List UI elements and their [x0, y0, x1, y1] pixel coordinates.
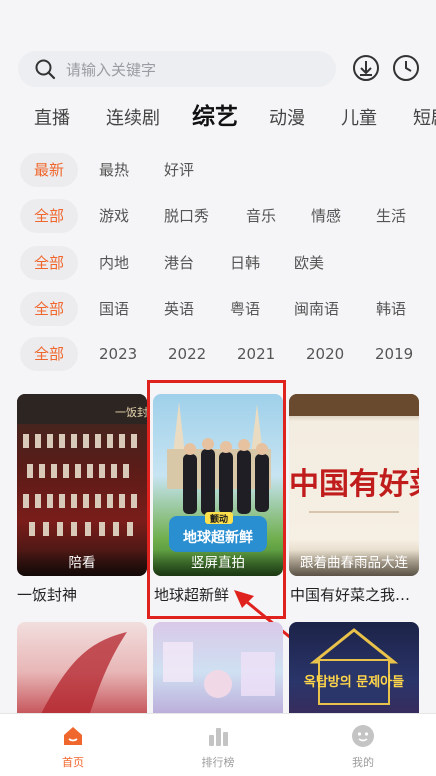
show-title[interactable]: 一饭封神 — [17, 584, 149, 605]
channel-tabs: 直播 连续剧 综艺 动漫 儿童 短剧 — [0, 102, 436, 138]
nav-ranking[interactable]: 排行榜 — [173, 714, 263, 776]
poster-image: 一饭封神 — [17, 394, 147, 536]
card-caption: 陪看 — [17, 550, 147, 576]
filter-row-language: 全部 国语 英语 粤语 闽南语 韩语 — [0, 292, 436, 326]
filter-chip[interactable]: 2019 — [375, 337, 413, 371]
filter-chip[interactable]: 游戏 — [99, 199, 129, 233]
filter-chip[interactable]: 好评 — [164, 153, 194, 187]
tab-series[interactable]: 连续剧 — [106, 102, 160, 136]
card-caption: 跟着曲春雨品大连 — [289, 550, 419, 576]
tab-short[interactable]: 短剧 — [413, 102, 436, 136]
highlight-box — [147, 380, 286, 619]
filter-chip[interactable]: 内地 — [99, 246, 129, 280]
filter-chip[interactable]: 生活 — [376, 199, 406, 233]
poster-image: 옥탑방의 문제아들 — [304, 628, 404, 705]
filter-chip[interactable]: 脱口秀 — [164, 199, 209, 233]
filter-chip[interactable]: 英语 — [164, 292, 194, 326]
poster-image — [163, 642, 275, 698]
filter-chip[interactable]: 闽南语 — [294, 292, 339, 326]
filter-chip[interactable]: 韩语 — [376, 292, 406, 326]
search-input[interactable]: 请输入关键字 — [66, 59, 156, 80]
filter-chip[interactable]: 全部 — [20, 199, 79, 233]
filter-row-year: 全部 2023 2022 2021 2020 2019 — [0, 337, 436, 371]
poster-text: 中国有好菜 — [289, 467, 419, 502]
nav-mine[interactable]: 我的 — [318, 714, 408, 776]
filter-chip[interactable]: 国语 — [99, 292, 129, 326]
user-icon — [352, 725, 374, 747]
poster-image — [37, 632, 127, 722]
filter-chip[interactable]: 2021 — [237, 337, 275, 371]
nav-home[interactable]: 首页 — [28, 714, 118, 776]
filter-chip[interactable]: 全部 — [20, 337, 79, 371]
nav-label: 我的 — [352, 756, 374, 769]
filter-chip[interactable]: 港台 — [164, 246, 194, 280]
nav-label: 首页 — [62, 756, 84, 769]
show-card[interactable]: 中国有好菜 跟着曲春雨品大连 — [289, 394, 419, 576]
filter-chip[interactable]: 全部 — [20, 246, 79, 280]
filter-row-genre: 全部 游戏 脱口秀 音乐 情感 生活 — [0, 199, 436, 233]
download-icon[interactable] — [352, 54, 380, 82]
filter-chip[interactable]: 2022 — [168, 337, 206, 371]
filter-chip[interactable]: 最热 — [99, 153, 129, 187]
poster-text: 옥탑방의 문제아들 — [304, 674, 404, 690]
filter-chip[interactable]: 最新 — [20, 153, 79, 187]
filter-chip[interactable]: 2023 — [99, 337, 137, 371]
show-card[interactable]: 一饭封神 陪看 — [17, 394, 147, 576]
tab-live[interactable]: 直播 — [34, 102, 70, 136]
search-bar[interactable]: 请输入关键字 — [18, 51, 336, 87]
filter-chip[interactable]: 全部 — [20, 292, 79, 326]
filter-row-region: 全部 内地 港台 日韩 欧美 — [0, 246, 436, 280]
poster-image: 中国有好菜 — [289, 394, 419, 513]
filter-chip[interactable]: 粤语 — [230, 292, 260, 326]
history-clock-icon[interactable] — [392, 54, 420, 82]
poster-text: 一饭封神 — [115, 405, 147, 419]
tab-anime[interactable]: 动漫 — [269, 102, 305, 136]
show-card[interactable] — [17, 622, 147, 722]
filter-chip[interactable]: 欧美 — [294, 246, 324, 280]
tab-variety[interactable]: 综艺 — [192, 102, 238, 134]
filter-row-sort: 最新 最热 好评 — [0, 153, 436, 187]
filter-chip[interactable]: 音乐 — [246, 199, 276, 233]
filter-chip[interactable]: 2020 — [306, 337, 344, 371]
bottom-nav: 首页 排行榜 我的 — [0, 713, 436, 776]
nav-label: 排行榜 — [201, 756, 235, 769]
filter-chip[interactable]: 情感 — [311, 199, 341, 233]
tab-kids[interactable]: 儿童 — [341, 102, 377, 136]
filter-chip[interactable]: 日韩 — [230, 246, 260, 280]
home-icon — [64, 727, 82, 745]
chart-icon — [209, 728, 228, 746]
show-card[interactable]: 옥탑방의 문제아들 — [289, 622, 419, 722]
show-card[interactable] — [153, 622, 283, 722]
search-icon — [35, 59, 56, 80]
